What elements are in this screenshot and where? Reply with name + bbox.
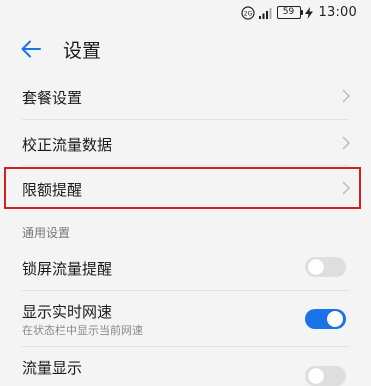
realtime-speed-item[interactable]: 显示实时网速 在状态栏中显示当前网速 <box>0 291 371 346</box>
signal-icon <box>258 6 273 20</box>
back-arrow-icon <box>21 40 41 58</box>
chevron-right-icon <box>342 136 351 150</box>
lock-screen-reminder-item[interactable]: 锁屏流量提醒 <box>0 244 371 290</box>
app-header: 设置 <box>0 28 371 73</box>
charging-icon <box>304 6 313 20</box>
plan-settings-label: 套餐设置 <box>22 89 83 107</box>
clock: 13:00 <box>318 5 357 20</box>
plan-settings-item[interactable]: 套餐设置 <box>0 73 371 119</box>
highlight-annotation-box <box>4 167 361 209</box>
status-bar: 2G 59 13:00 <box>0 0 371 28</box>
back-button[interactable] <box>16 34 46 64</box>
calibrate-data-label: 校正流量数据 <box>22 136 113 154</box>
traffic-display-item[interactable]: 流量显示 <box>0 347 371 386</box>
general-settings-section-title: 通用设置 <box>22 226 71 240</box>
lock-screen-reminder-toggle[interactable] <box>305 257 346 277</box>
traffic-display-toggle[interactable] <box>305 366 346 386</box>
toggle-knob <box>308 368 324 384</box>
battery-icon: 59 <box>276 6 303 19</box>
toggle-knob <box>327 311 343 327</box>
toggle-knob <box>308 259 324 275</box>
realtime-speed-label: 显示实时网速 <box>22 303 113 321</box>
chevron-right-icon <box>342 89 351 103</box>
calibrate-data-item[interactable]: 校正流量数据 <box>0 120 371 166</box>
traffic-display-label: 流量显示 <box>22 359 83 377</box>
network-type-icon: 2G <box>240 5 255 20</box>
page-title: 设置 <box>63 40 102 62</box>
realtime-speed-sublabel: 在状态栏中显示当前网速 <box>22 324 143 337</box>
svg-text:2G: 2G <box>243 10 252 17</box>
status-icons: 2G 59 13:00 <box>240 5 357 20</box>
lock-screen-reminder-label: 锁屏流量提醒 <box>22 260 113 278</box>
realtime-speed-toggle[interactable] <box>305 309 346 329</box>
